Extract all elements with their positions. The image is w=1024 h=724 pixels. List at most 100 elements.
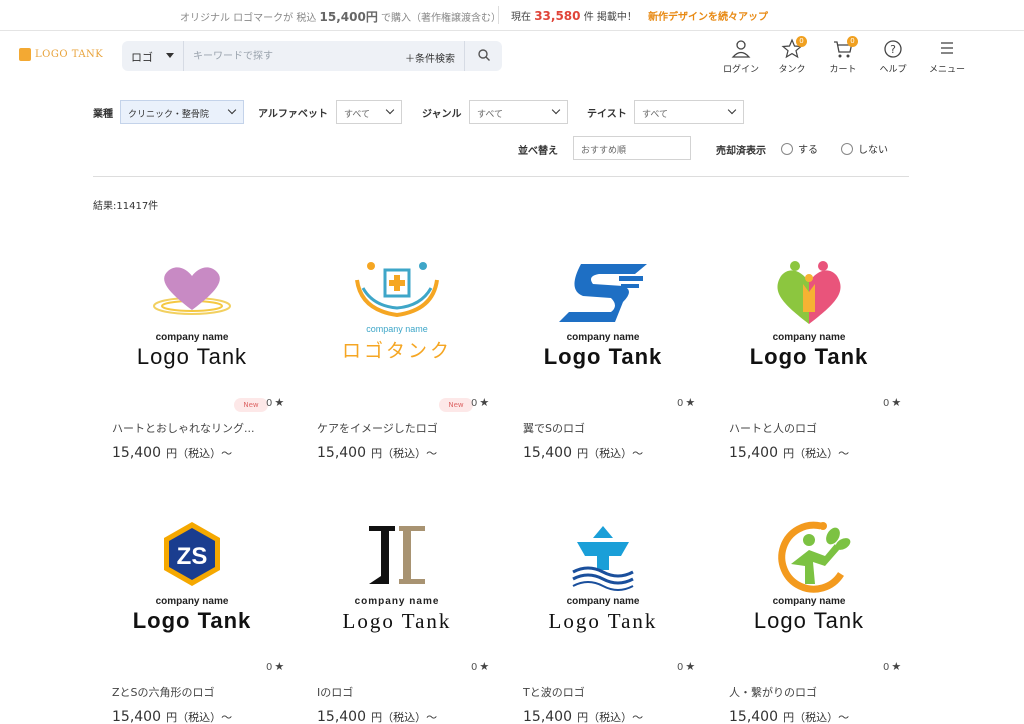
nav-cart[interactable]: 0 カート [818,36,868,75]
price-value: 15,400 [112,445,161,461]
site-logo[interactable]: LOGO TANK [19,48,103,61]
logo-sub-text: company name [366,324,428,334]
logo-sub-text: company name [156,596,229,607]
logo-main-text: Logo Tank [754,608,864,633]
price-value: 15,400 [729,445,778,461]
letter-i-icon [369,526,425,584]
logo-mark-icon [19,48,31,61]
nav-tank-label: タンク [778,65,806,75]
product-price: 15,400 円（税込）〜 [112,706,232,724]
price-unit: 円（税込）〜 [371,711,438,724]
price-value: 15,400 [317,709,366,724]
nav-menu-label: メニュー [928,65,965,75]
fav-count-value: 0 [266,662,273,673]
fav-count-value: 0 [883,662,890,673]
industry-value: クリニック・整骨院 [128,110,209,120]
genre-value: すべて [477,110,504,120]
fav-count[interactable]: 0 ★ [883,660,901,673]
product-card[interactable]: company name Logo Tank 0 ★ Iのロゴ 15,400 円（… [317,504,512,724]
banner-prefix: オリジナル ロゴマークが 税込 [180,13,317,24]
nav-login[interactable]: ログイン [716,38,766,75]
filter-divider [93,176,909,177]
nav-menu[interactable]: メニュー [922,38,972,75]
genre-select[interactable]: すべて [469,100,568,124]
fav-count[interactable]: 0 ★ [266,396,284,409]
search-bar: ロゴ ＋条件検索 [122,41,502,71]
product-card[interactable]: company name Logo Tank 0 ★ 人・繋がりのロゴ 15,40… [729,504,924,724]
product-logo-image: company name Logo Tank [544,264,661,369]
nav-help-label: ヘルプ [879,65,907,75]
logo-main-text: Logo Tank [750,344,869,369]
price-value: 15,400 [523,709,572,724]
product-price: 15,400 円（税込）〜 [729,442,849,461]
product-card[interactable]: ZS company name Logo Tank 0 ★ ZとSの六角形のロゴ … [112,504,307,724]
fav-count[interactable]: 0 ★ [677,660,695,673]
taste-label: テイスト [587,109,627,120]
product-title[interactable]: ZとSの六角形のロゴ [112,684,277,700]
product-price: 15,400 円（税込）〜 [112,442,232,461]
logo-main-text: ロゴタンク [342,340,452,362]
taste-select[interactable]: すべて [634,100,744,124]
star-icon: ★ [274,396,285,409]
product-card[interactable]: company name Logo Tank 0 ★ 翼でSのロゴ 15,400 … [523,240,718,461]
fav-count[interactable]: 0 ★ [883,396,901,409]
banner-price: 15,400円 [319,10,378,24]
fav-count[interactable]: 0 ★ [677,396,695,409]
fav-count-value: 0 [471,662,478,673]
cart-icon: 0 [832,36,858,60]
price-unit: 円（税込）〜 [577,711,644,724]
price-unit: 円（税込）〜 [166,711,233,724]
product-card[interactable]: company name Logo Tank New 0 ★ ハートとおしゃれなリ… [112,240,307,461]
sold-show-radio[interactable]: する [781,141,818,156]
new-designs-link[interactable]: 新作デザインを続々アップ [648,12,768,23]
fav-count[interactable]: 0 ★ [471,660,489,673]
star-icon: ★ [685,660,696,673]
logo-sub-text: company name [355,596,440,607]
logo-sub-text: company name [567,596,640,607]
hexagon-zs-icon: ZS [164,522,220,586]
price-value: 15,400 [317,445,366,461]
product-logo-image: company name Logo Tank [754,521,864,633]
caret-down-icon [166,53,174,58]
nav-help[interactable]: ? ヘルプ [868,38,918,75]
product-logo-image: company name Logo Tank [750,261,869,369]
search-input[interactable] [185,41,385,71]
price-unit: 円（税込）〜 [371,447,438,460]
product-title[interactable]: ハートと人のロゴ [729,420,894,436]
search-category-value: ロゴ [131,51,153,64]
heart-people-icon [777,261,841,324]
chevron-down-icon [385,105,395,115]
sort-select[interactable]: おすすめ順 [573,136,691,160]
product-card[interactable]: company name ロゴタンク New 0 ★ ケアをイメージしたロゴ 15… [317,240,512,461]
new-badge: New [234,398,268,412]
product-title[interactable]: Tと波のロゴ [523,684,688,700]
t-wave-icon [572,526,634,591]
alphabet-select[interactable]: すべて [336,100,402,124]
search-category-select[interactable]: ロゴ [122,41,184,71]
nav-login-label: ログイン [722,65,759,75]
product-card[interactable]: company name Logo Tank 0 ★ Tと波のロゴ 15,400 … [523,504,718,724]
product-title[interactable]: 翼でSのロゴ [523,420,688,436]
logo-main-text: Logo Tank [343,609,452,633]
nav-tank[interactable]: 0 タンク [767,36,817,75]
banner-count-text: 現在 33,580 件 掲載中！ 新作デザインを続々アップ [511,8,768,23]
price-value: 15,400 [729,709,778,724]
product-title[interactable]: ケアをイメージしたロゴ [317,420,482,436]
chevron-down-icon [551,105,561,115]
product-title[interactable]: Iのロゴ [317,684,482,700]
fav-count[interactable]: 0 ★ [266,660,284,673]
search-icon [478,49,490,61]
star-icon: ★ [479,396,490,409]
product-logo-image: company name Logo Tank [137,267,246,369]
logo-main-text: Logo Tank [549,609,658,633]
product-card[interactable]: company name Logo Tank 0 ★ ハートと人のロゴ 15,40… [729,240,924,461]
product-title[interactable]: 人・繋がりのロゴ [729,684,894,700]
product-title[interactable]: ハートとおしゃれなリング... [112,420,277,436]
tank-badge: 0 [796,36,807,47]
fav-count[interactable]: 0 ★ [471,396,489,409]
search-button[interactable] [464,41,502,71]
sold-hide-radio[interactable]: しない [841,141,888,156]
sold-display-label: 売却済表示 [716,146,766,157]
industry-select[interactable]: クリニック・整骨院 [120,100,244,124]
product-logo-image: company name ロゴタンク [342,262,452,362]
